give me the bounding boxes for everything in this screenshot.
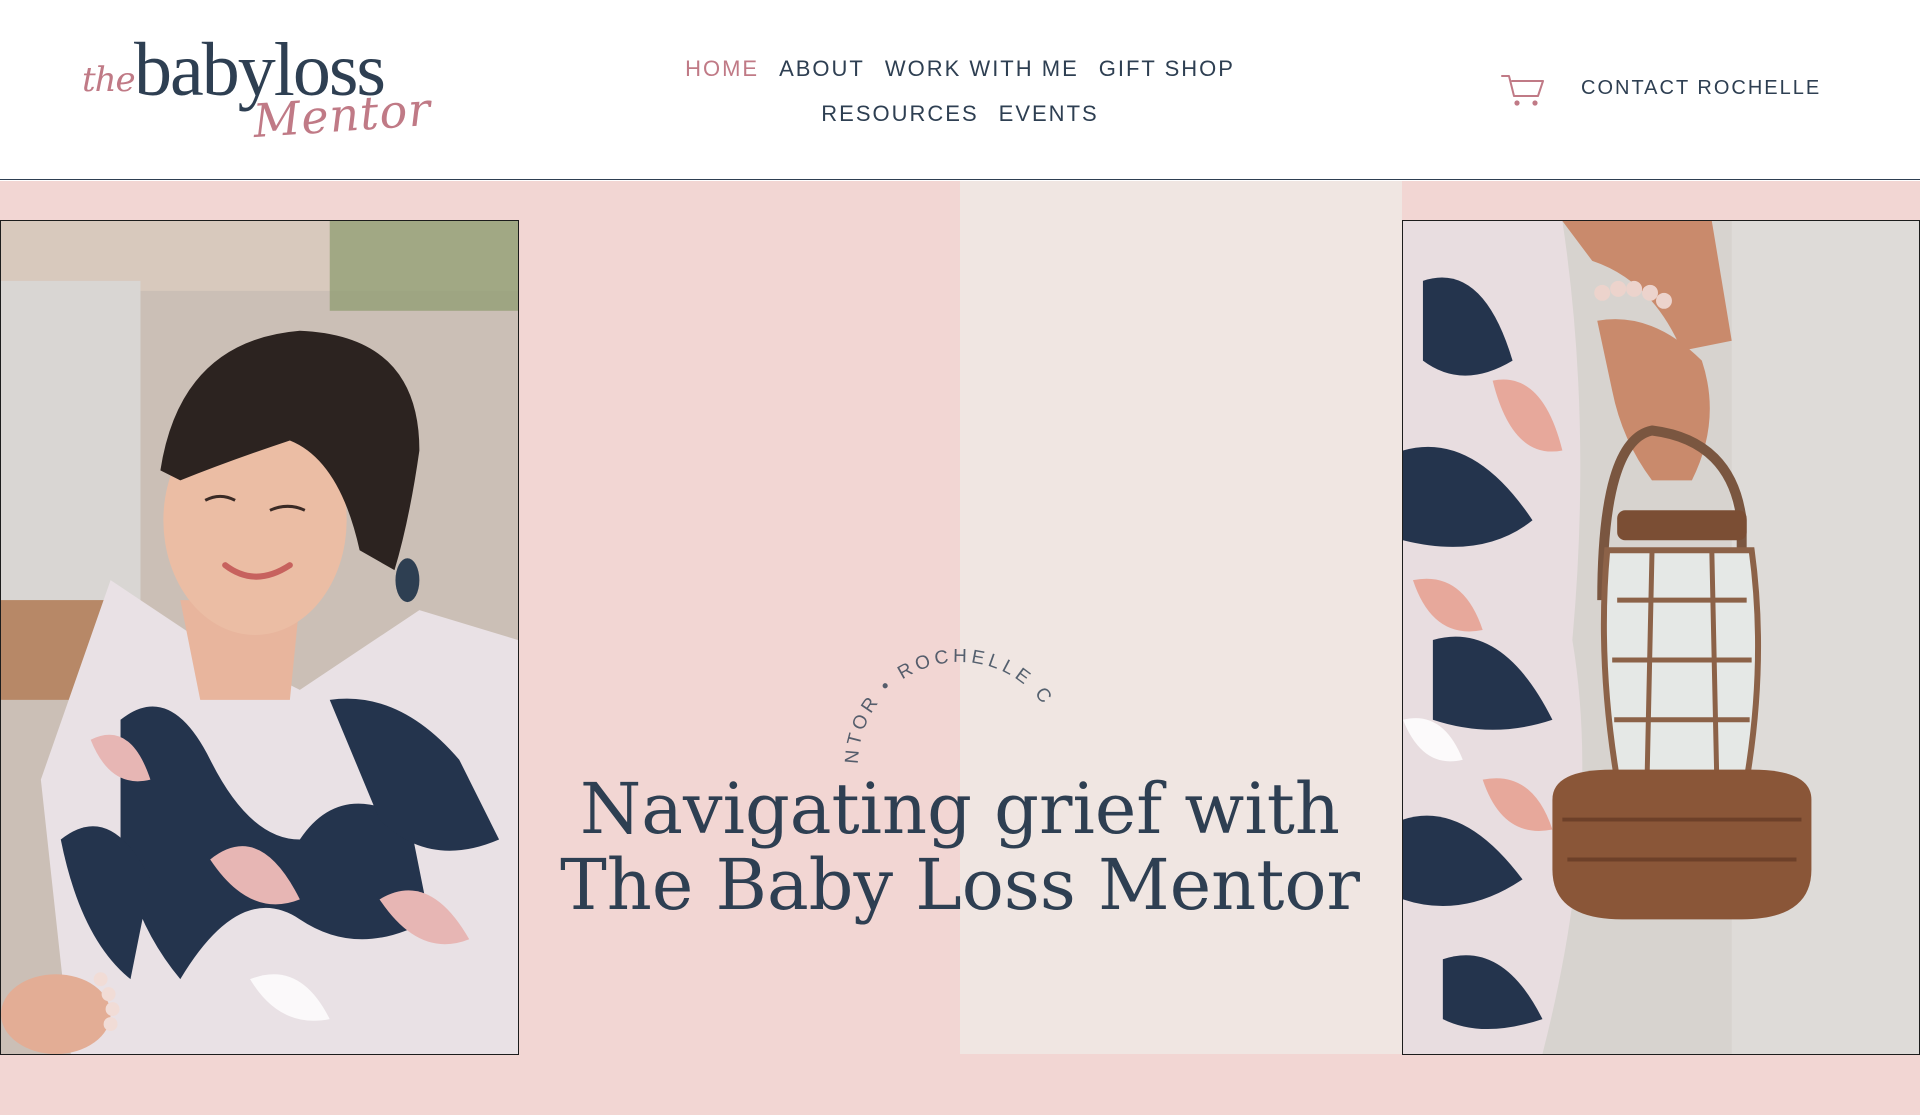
- bottom-strip: [0, 1054, 1920, 1115]
- nav-row-1: HOME ABOUT WORK WITH ME GIFT SHOP: [670, 46, 1250, 91]
- contact-rochelle-link[interactable]: CONTACT ROCHELLE: [1581, 77, 1821, 100]
- site-header: the babyloss Mentor HOME ABOUT WORK WITH…: [0, 0, 1920, 180]
- nav-resources[interactable]: RESOURCES: [821, 101, 978, 127]
- nav-gift-shop[interactable]: GIFT SHOP: [1099, 56, 1235, 82]
- arc-text-path: NTOR • ROCHELLE C: [842, 646, 1054, 765]
- nav-home[interactable]: HOME: [685, 56, 759, 82]
- arc-circular-text: NTOR • ROCHELLE C: [840, 646, 1080, 769]
- main-navigation: HOME ABOUT WORK WITH ME GIFT SHOP RESOUR…: [670, 46, 1250, 136]
- svg-text:NTOR • ROCHELLE C: NTOR • ROCHELLE C: [842, 649, 1058, 765]
- logo-mentor: Mentor: [251, 81, 433, 149]
- headline-line-2: The Baby Loss Mentor: [560, 844, 1360, 926]
- hero-section: NTOR • ROCHELLE C Navigating grief with …: [0, 181, 1920, 1115]
- portrait-photo: [0, 220, 519, 1055]
- nav-about[interactable]: ABOUT: [779, 56, 865, 82]
- headline-line-1: Navigating grief with: [580, 768, 1340, 850]
- logo-the: the: [82, 60, 136, 100]
- nav-row-2: RESOURCES EVENTS: [670, 91, 1250, 136]
- hero-headline: Navigating grief with The Baby Loss Ment…: [560, 771, 1360, 923]
- shopping-cart-icon[interactable]: [1500, 70, 1546, 108]
- site-logo[interactable]: the babyloss Mentor: [78, 28, 433, 150]
- nav-work-with-me[interactable]: WORK WITH ME: [885, 56, 1079, 82]
- nav-events[interactable]: EVENTS: [999, 101, 1099, 127]
- lantern-photo: [1402, 220, 1920, 1055]
